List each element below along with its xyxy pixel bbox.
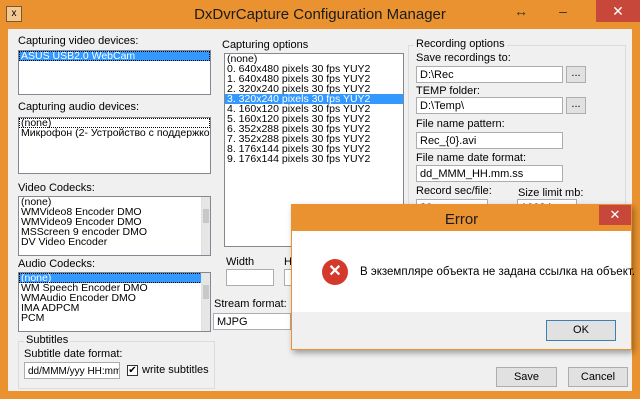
file-name-date-format-label: File name date format: [416,152,527,164]
minimize-button[interactable]: – [548,0,578,22]
recording-options-label: Recording options [414,38,507,50]
list-item[interactable]: 9. 176x144 pixels 30 fps YUY2 [225,154,403,165]
video-codecs-label: Video Codecks: [18,182,95,194]
video-codecs-list[interactable]: (none) WMVideo8 Encoder DMO WMVideo9 Enc… [18,196,211,256]
stream-format-field[interactable]: MJPG [213,313,291,330]
list-item[interactable]: DV Video Encoder [19,237,210,248]
error-message: В экземпляре объекта не задана ссылка на… [360,266,636,278]
subtitles-group-label: Subtitles [24,334,71,346]
audio-codecs-label: Audio Codecks: [18,258,96,270]
capturing-options-label: Capturing options [222,39,309,51]
title-bar[interactable]: x DxDvrCapture Configuration Manager ↔ –… [0,0,640,29]
error-icon: ✕ [322,259,348,285]
save-button[interactable]: Save [496,367,557,387]
ok-button[interactable]: OK [546,320,616,341]
temp-folder-field[interactable]: D:\Temp\ [416,97,563,114]
vertical-scrollbar[interactable] [201,273,210,331]
audio-devices-label: Capturing audio devices: [18,101,140,113]
file-name-date-format-field[interactable]: dd_MMM_HH.mm.ss [416,165,563,182]
error-dialog-footer: OK [292,312,631,349]
window-title: DxDvrCapture Configuration Manager [194,6,446,23]
error-dialog-title-bar[interactable]: Error ✕ [292,205,631,231]
size-limit-label: Size limit mb: [518,187,584,199]
save-recordings-field[interactable]: D:\Rec [416,66,563,83]
video-devices-list[interactable]: ASUS USB2.0 WebCam [18,50,211,95]
file-name-pattern-field[interactable]: Rec_{0}.avi [416,132,563,149]
width-label: Width [226,256,255,268]
stream-format-label: Stream format: [214,298,287,310]
browse-temp-button[interactable]: ... [566,97,586,114]
temp-folder-label: TEMP folder: [416,85,480,97]
audio-codecs-list[interactable]: (none) WM Speech Encoder DMO WMAudio Enc… [18,272,211,332]
write-subtitles-label: write subtitles [142,364,209,376]
record-sec-label: Record sec/file: [416,185,492,197]
file-name-pattern-label: File name pattern: [416,118,505,130]
error-dialog-body: ✕ В экземпляре объекта не задана ссылка … [292,231,635,312]
width-field[interactable] [226,269,274,286]
close-button[interactable]: ✕ [596,0,640,22]
cancel-button[interactable]: Cancel [568,367,628,387]
save-recordings-label: Save recordings to: [416,52,511,64]
video-devices-label: Capturing video devices: [18,35,139,47]
scroll-thumb[interactable] [203,285,209,299]
scroll-thumb[interactable] [203,209,209,223]
list-item[interactable]: PCM [19,313,210,324]
resize-icon[interactable]: ↔ [506,0,536,22]
list-item[interactable]: ASUS USB2.0 WebCam [19,51,210,61]
error-dialog: Error ✕ ✕ В экземпляре объекта не задана… [291,204,635,350]
vertical-scrollbar[interactable] [201,197,210,255]
browse-save-button[interactable]: ... [566,66,586,83]
error-dialog-close-button[interactable]: ✕ [599,205,631,225]
subtitle-date-format-field[interactable]: dd/MMM/yyy HH:mm:s [24,362,120,379]
write-subtitles-checkbox[interactable]: ✔ [127,365,138,376]
list-item[interactable]: IMA ADPCM [19,303,210,314]
subtitle-date-format-label: Subtitle date format: [24,348,123,360]
error-dialog-title: Error [444,211,479,228]
main-window: x DxDvrCapture Configuration Manager ↔ –… [0,0,640,399]
audio-devices-list[interactable]: (none) Микрофон (2- Устройство с поддерж… [18,117,211,174]
list-item[interactable]: Микрофон (2- Устройство с поддержкой Н [19,128,210,139]
